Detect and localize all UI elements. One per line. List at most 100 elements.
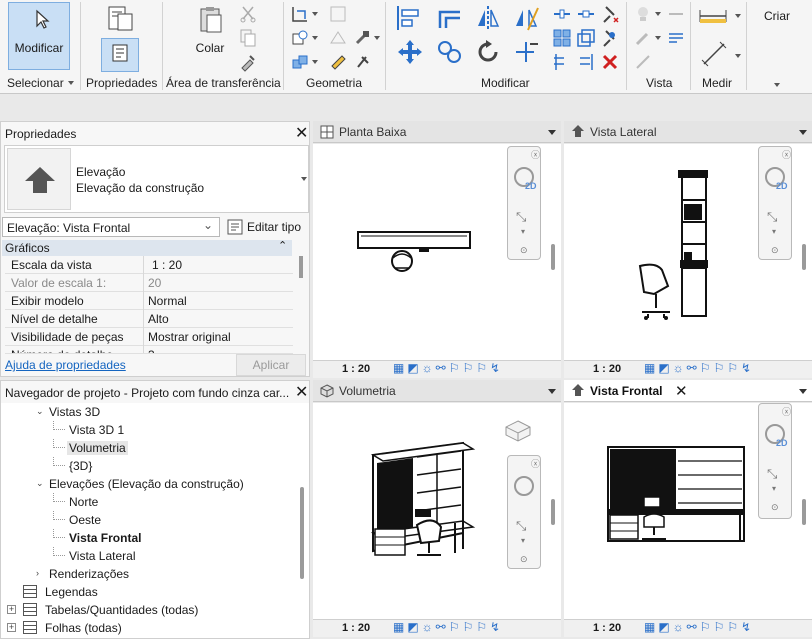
array-icon[interactable]: [552, 28, 572, 48]
collapse-icon[interactable]: ⌃: [278, 239, 287, 252]
measure-dropdown-icon[interactable]: [735, 14, 741, 18]
property-value[interactable]: Normal: [148, 294, 187, 308]
expand-icon[interactable]: ⌄: [36, 478, 44, 489]
close-tab-icon[interactable]: ✕: [675, 382, 688, 400]
split-gap-icon[interactable]: [576, 4, 596, 24]
mirror-axis-icon[interactable]: [474, 4, 502, 32]
unpin-icon[interactable]: [600, 4, 620, 24]
edit-type-button[interactable]: Editar tipo: [225, 217, 307, 237]
navigation-bar[interactable]: ⓧ ⤡ ▾ ⊙: [507, 455, 541, 569]
match-properties-icon[interactable]: [238, 52, 258, 72]
type-selector[interactable]: Elevação Elevação da construção: [4, 145, 309, 213]
cut-geometry-icon[interactable]: [290, 28, 310, 48]
trim-extend-icon[interactable]: [512, 38, 540, 66]
filter-view-icon[interactable]: [666, 4, 686, 24]
zoom-dropdown-icon[interactable]: ▾: [521, 227, 525, 236]
tab-volumetria[interactable]: Volumetria: [313, 380, 561, 402]
view-controls-icons[interactable]: ▦◩☼⚯⚐⚐⚐↯: [393, 620, 503, 634]
close-icon[interactable]: ⓧ: [531, 457, 540, 470]
tree-item[interactable]: ⌄ Vistas 3D: [1, 403, 297, 421]
cope-icon[interactable]: [290, 4, 310, 24]
tree-item[interactable]: Vista Lateral: [1, 547, 297, 565]
zoom-dropdown-icon[interactable]: ▾: [772, 227, 776, 236]
paint-icon[interactable]: [328, 52, 348, 72]
tab-planta-baixa[interactable]: Planta Baixa: [313, 121, 561, 143]
cope-dropdown-icon[interactable]: [312, 12, 318, 16]
view-scrollbar[interactable]: [802, 244, 806, 270]
view-scale[interactable]: 1 : 20: [593, 622, 621, 634]
property-row[interactable]: Exibir modelo Normal: [5, 292, 293, 310]
align-icon[interactable]: [394, 4, 422, 32]
override-graphics-icon[interactable]: [633, 28, 653, 48]
close-icon[interactable]: ✕: [295, 382, 308, 402]
view-range-icon[interactable]: [666, 28, 686, 48]
view-vista-lateral[interactable]: ⓧ 2D ⤡ ▾ ⊙: [564, 144, 812, 360]
tree-item[interactable]: + Folhas (todas): [1, 619, 297, 637]
close-icon[interactable]: ⓧ: [782, 405, 791, 418]
zoom-dropdown-icon[interactable]: ▾: [521, 536, 525, 545]
expand-icon[interactable]: +: [7, 605, 16, 614]
aligned-dimension-icon[interactable]: [700, 40, 728, 68]
select-panel-label[interactable]: Selecionar: [7, 76, 64, 90]
copy-element-icon[interactable]: [436, 38, 464, 66]
expand-icon[interactable]: ›: [36, 568, 39, 578]
view-scale[interactable]: 1 : 20: [342, 363, 370, 375]
cut-dropdown-icon[interactable]: [312, 36, 318, 40]
tree-item[interactable]: {3D}: [1, 457, 297, 475]
property-value[interactable]: Alto: [148, 312, 169, 326]
navigation-bar[interactable]: ⓧ 2D ⤡ ▾ ⊙: [507, 146, 541, 260]
tree-item[interactable]: Volumetria: [1, 439, 297, 457]
properties-button[interactable]: [101, 38, 139, 72]
linework-icon[interactable]: [633, 52, 653, 72]
view-scrollbar[interactable]: [551, 499, 555, 525]
tree-item[interactable]: + Tabelas/Quantidades (todas): [1, 601, 297, 619]
apply-button[interactable]: Aplicar: [236, 354, 306, 376]
hide-dropdown-icon[interactable]: [655, 12, 661, 16]
create-panel[interactable]: Criar: [748, 2, 808, 90]
modify-tool-button[interactable]: Modificar: [8, 2, 70, 70]
paste-button[interactable]: Colar: [188, 2, 232, 62]
property-value[interactable]: Mostrar original: [148, 330, 231, 344]
tab-menu-icon[interactable]: [799, 130, 807, 135]
type-properties-icon[interactable]: [106, 4, 136, 34]
tab-menu-icon[interactable]: [548, 130, 556, 135]
copy-icon[interactable]: [238, 28, 258, 48]
tree-item[interactable]: Vista 3D 1: [1, 421, 297, 439]
mirror-draw-icon[interactable]: [512, 4, 540, 32]
close-icon[interactable]: ✕: [295, 123, 308, 143]
join-geometry-icon[interactable]: [290, 52, 310, 72]
navigation-bar[interactable]: ⓧ 2D ⤡ ▾ ⊙: [758, 146, 792, 260]
delete-icon[interactable]: [600, 52, 620, 72]
tree-item[interactable]: ⌄ Elevações (Elevação da construção): [1, 475, 297, 493]
remove-paint-icon[interactable]: [352, 52, 372, 72]
expand-icon[interactable]: +: [7, 623, 16, 632]
select-dropdown-icon[interactable]: [68, 81, 74, 85]
demolish-icon[interactable]: [352, 28, 372, 48]
extend-single-icon[interactable]: [576, 52, 596, 72]
zoom-icon[interactable]: ⤡: [516, 209, 526, 225]
property-row[interactable]: Nível de detalhe Alto: [5, 310, 293, 328]
split-element-icon[interactable]: [552, 4, 572, 24]
property-value[interactable]: 3: [148, 348, 155, 353]
view-scale[interactable]: 1 : 20: [593, 363, 621, 375]
tree-item[interactable]: Oeste: [1, 511, 297, 529]
properties-scrollbar[interactable]: [299, 256, 303, 278]
view-scale[interactable]: 1 : 20: [342, 622, 370, 634]
zoom-dropdown-icon[interactable]: ▾: [772, 484, 776, 493]
move-icon[interactable]: [396, 38, 424, 66]
properties-help-link[interactable]: Ajuda de propriedades: [5, 358, 126, 372]
split-dropdown-icon[interactable]: [374, 36, 380, 40]
view-scrollbar[interactable]: [802, 499, 806, 525]
view-scrollbar[interactable]: [551, 244, 555, 270]
scale-icon[interactable]: [576, 28, 596, 48]
tree-item[interactable]: Norte: [1, 493, 297, 511]
tab-menu-icon[interactable]: [548, 389, 556, 394]
property-row[interactable]: Valor de escala 1: 20: [5, 274, 293, 292]
nav-options-icon[interactable]: ⊙: [771, 245, 779, 256]
nav-options-icon[interactable]: ⊙: [771, 502, 779, 513]
graphics-group-header[interactable]: Gráficos ⌃: [2, 240, 292, 256]
cut-icon[interactable]: [238, 4, 258, 24]
pin-icon[interactable]: [600, 28, 620, 48]
zoom-icon[interactable]: ⤡: [767, 466, 777, 482]
join-dropdown-icon[interactable]: [312, 60, 318, 64]
